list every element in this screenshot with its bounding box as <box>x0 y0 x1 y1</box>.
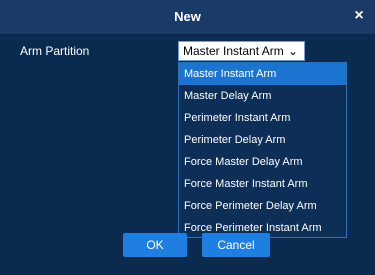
chevron-down-icon: ⌄ <box>287 44 298 58</box>
arm-partition-select[interactable]: Master Instant Arm ⌄ <box>178 41 305 61</box>
cancel-button[interactable]: Cancel <box>202 233 270 257</box>
dialog-titlebar: New × <box>0 0 375 35</box>
new-dialog: New × Arm Partition Master Instant Arm ⌄… <box>0 0 375 275</box>
arm-partition-dropdown: Master Instant Arm Master Delay Arm Peri… <box>178 62 347 238</box>
close-icon[interactable]: × <box>351 8 367 24</box>
dropdown-option-perimeter-instant-arm[interactable]: Perimeter Instant Arm <box>179 107 346 129</box>
dropdown-option-perimeter-delay-arm[interactable]: Perimeter Delay Arm <box>179 129 346 151</box>
dialog-title: New <box>174 9 201 24</box>
dropdown-option-force-master-instant-arm[interactable]: Force Master Instant Arm <box>179 173 346 195</box>
arm-partition-selected-value: Master Instant Arm <box>183 44 284 58</box>
dropdown-option-master-delay-arm[interactable]: Master Delay Arm <box>179 85 346 107</box>
arm-partition-label: Arm Partition <box>20 44 90 58</box>
dropdown-option-force-perimeter-delay-arm[interactable]: Force Perimeter Delay Arm <box>179 195 346 217</box>
dropdown-option-force-master-delay-arm[interactable]: Force Master Delay Arm <box>179 151 346 173</box>
dropdown-option-master-instant-arm[interactable]: Master Instant Arm <box>179 63 346 85</box>
ok-button[interactable]: OK <box>123 233 187 257</box>
